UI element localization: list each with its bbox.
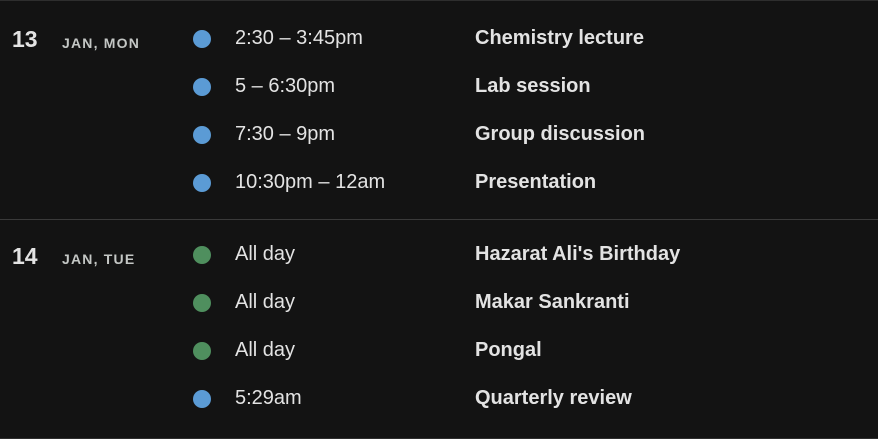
- event-title: Makar Sankranti: [475, 291, 630, 313]
- event-title: Hazarat Ali's Birthday: [475, 243, 681, 265]
- event-time: 2:30 – 3:45pm: [235, 27, 363, 49]
- event-item[interactable]: 10:30pm – 12am Presentation: [0, 159, 878, 207]
- event-time: All day: [235, 339, 296, 361]
- event-title: Quarterly review: [475, 387, 632, 409]
- event-item[interactable]: All day Pongal: [0, 327, 878, 375]
- event-item[interactable]: 7:30 – 9pm Group discussion: [0, 111, 878, 159]
- event-time: All day: [235, 291, 296, 313]
- calendar-color-dot-icon: [193, 30, 211, 48]
- calendar-color-dot-icon: [193, 246, 211, 264]
- event-title: Group discussion: [475, 123, 646, 145]
- event-title: Pongal: [475, 339, 542, 361]
- event-title: Lab session: [475, 75, 591, 97]
- day-group-jan-14: 14 JAN, TUE All day Hazarat Ali's Birthd…: [0, 220, 878, 439]
- event-title: Chemistry lecture: [475, 27, 644, 49]
- event-time: All day: [235, 243, 296, 265]
- event-item[interactable]: 2:30 – 3:45pm Chemistry lecture: [0, 15, 878, 63]
- event-time: 5:29am: [235, 387, 302, 409]
- calendar-color-dot-icon: [193, 126, 211, 144]
- event-item[interactable]: All day Hazarat Ali's Birthday: [0, 231, 878, 279]
- day-group-jan-13: 13 JAN, MON 2:30 – 3:45pm Chemistry lect…: [0, 2, 878, 220]
- event-item[interactable]: All day Makar Sankranti: [0, 279, 878, 327]
- event-time: 7:30 – 9pm: [235, 123, 336, 145]
- event-time: 10:30pm – 12am: [235, 171, 386, 193]
- event-time: 5 – 6:30pm: [235, 75, 336, 97]
- event-item[interactable]: 5:29am Quarterly review: [0, 375, 878, 423]
- calendar-color-dot-icon: [193, 342, 211, 360]
- calendar-color-dot-icon: [193, 174, 211, 192]
- event-title: Presentation: [475, 171, 597, 193]
- calendar-color-dot-icon: [193, 294, 211, 312]
- agenda-list: 13 JAN, MON 2:30 – 3:45pm Chemistry lect…: [0, 0, 878, 439]
- calendar-color-dot-icon: [193, 390, 211, 408]
- calendar-color-dot-icon: [193, 78, 211, 96]
- event-item[interactable]: 5 – 6:30pm Lab session: [0, 63, 878, 111]
